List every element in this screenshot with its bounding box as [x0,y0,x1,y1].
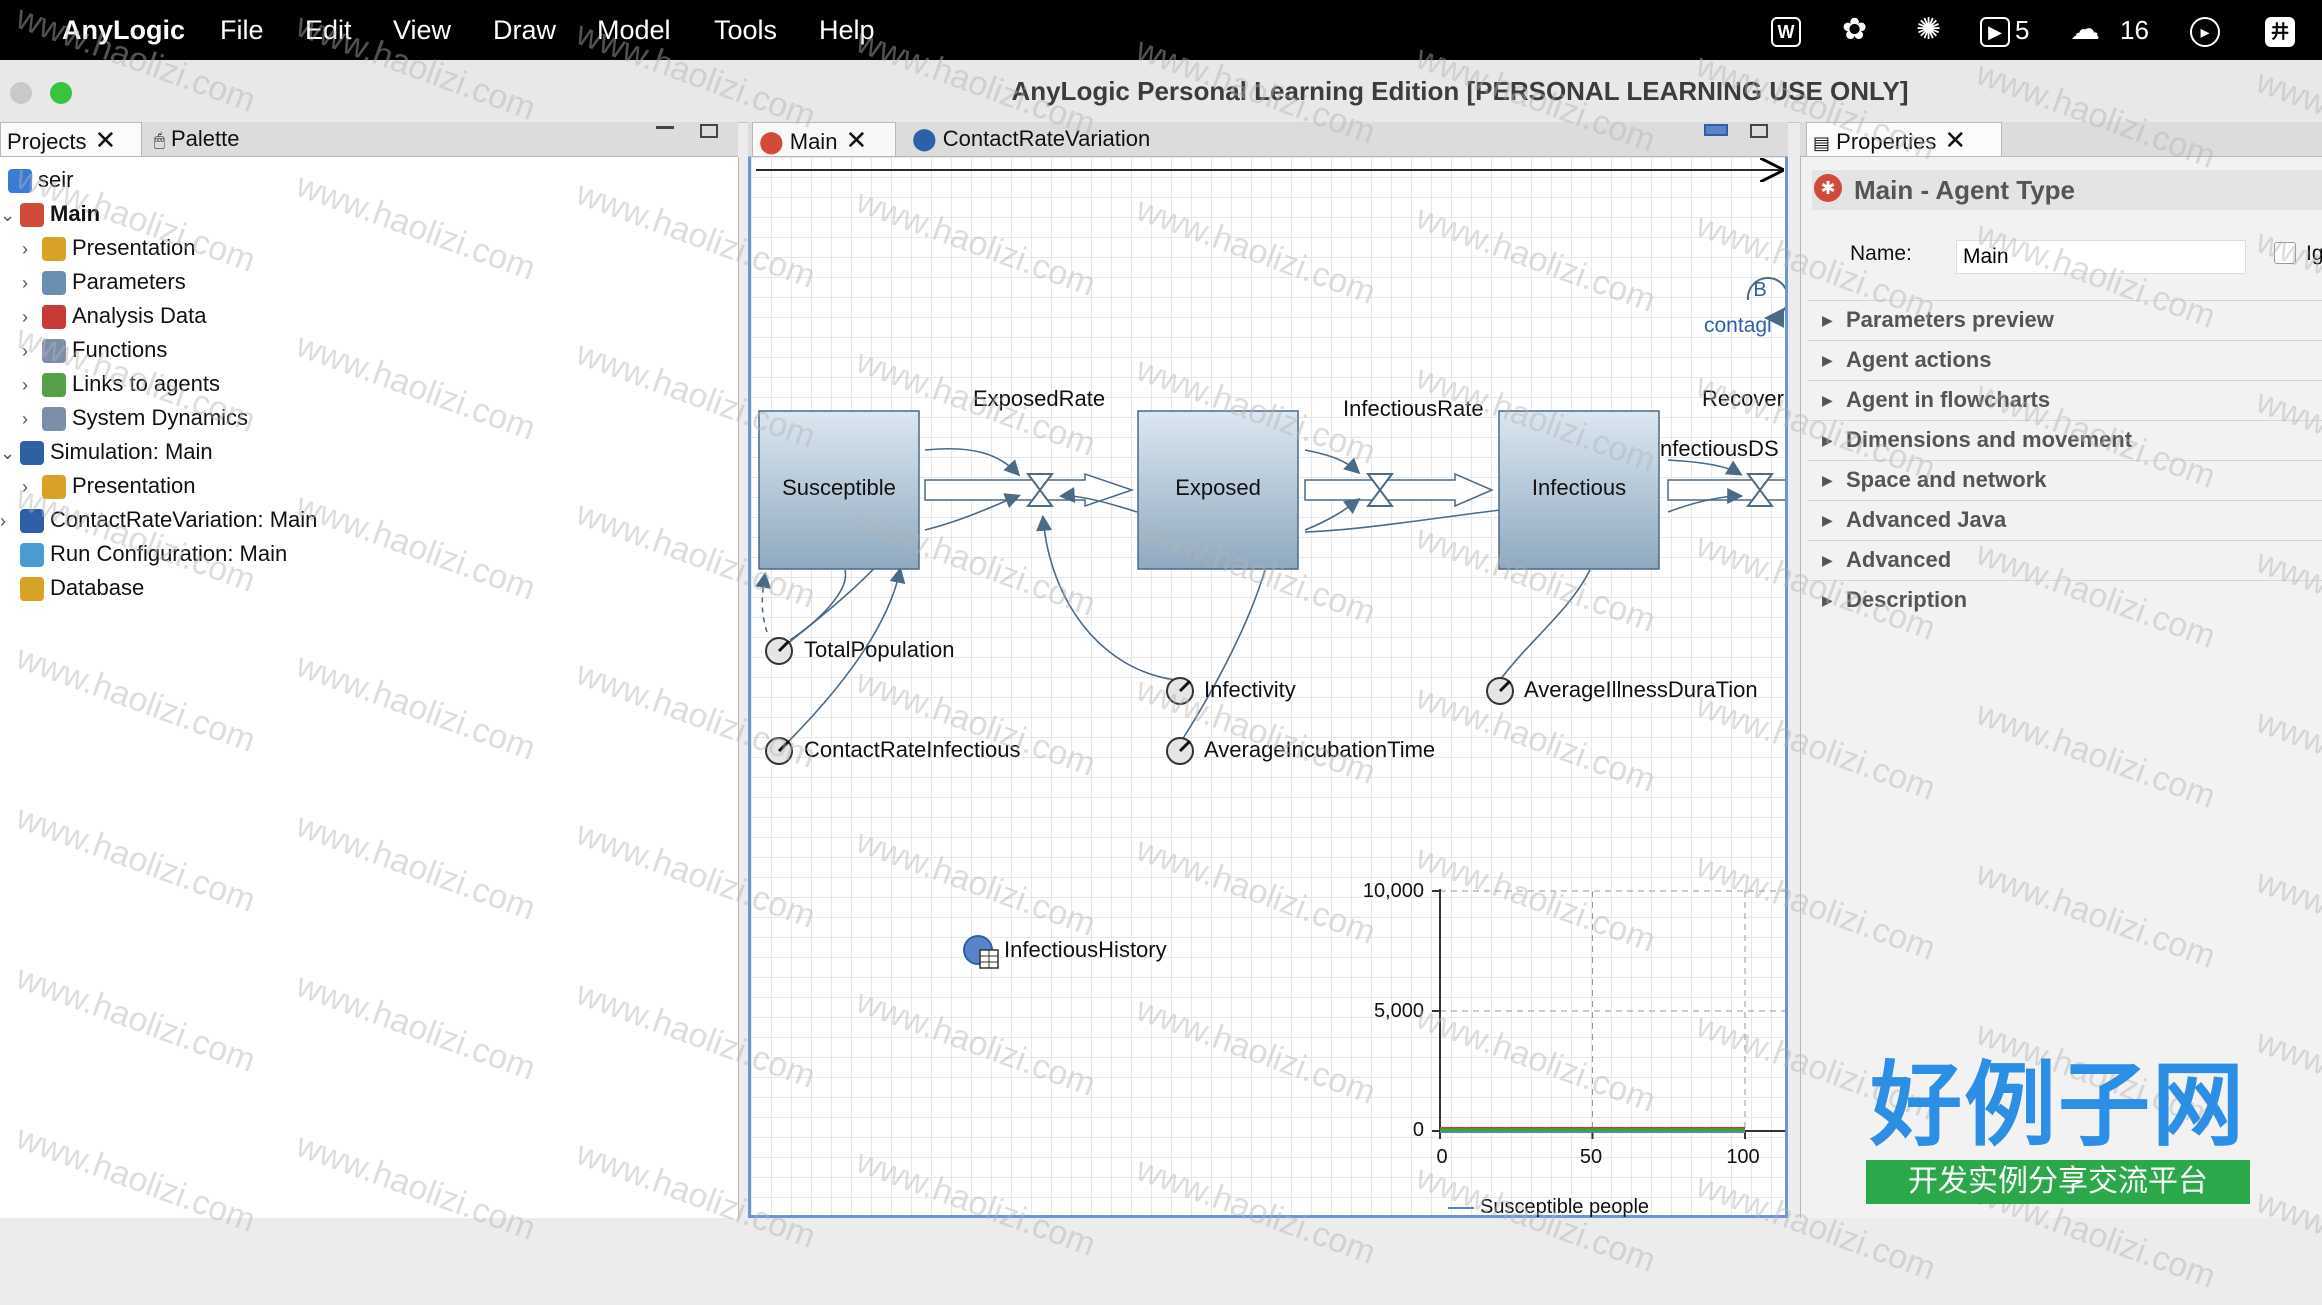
tab-properties[interactable]: ▤ Properties ✕ [1806,122,2002,156]
agent-type-icon: ✱ [1814,174,1842,202]
section-label: Advanced Java [1846,507,2007,532]
flow-label-partial: nfectiousDS [1660,436,1779,461]
property-section[interactable]: ▶ Advanced [1808,540,2322,578]
expand-triangle-icon[interactable]: ▶ [1822,461,1833,499]
y-tick-label: 10,000 [1362,880,1424,902]
section-label: Advanced [1846,547,1952,572]
y-tick-label: 5,000 [1373,1000,1424,1022]
parameter-label[interactable]: ContactRateInfectious [804,737,1020,763]
properties-heading: Main - Agent Type [1854,175,2075,205]
expand-triangle-icon[interactable]: ▶ [1822,301,1833,339]
legend-item: Susceptible people [1448,1196,1649,1219]
expand-triangle-icon[interactable]: ▶ [1822,341,1833,379]
section-label: Space and network [1846,467,2047,492]
property-section[interactable]: ▶ Advanced Java [1808,500,2322,538]
name-input[interactable] [1956,240,2246,274]
stock-label: Exposed [1175,475,1261,500]
property-section[interactable]: ▶ Agent in flowcharts [1808,380,2322,418]
stock-label: Susceptible [782,475,896,500]
legend-swatch [1448,1206,1474,1209]
parameter-label[interactable]: AverageIllnessDuraTion [1524,677,1758,703]
property-section[interactable]: ▶ Space and network [1808,460,2322,498]
name-label: Name: [1850,242,1912,265]
close-icon[interactable]: ✕ [1944,125,1966,155]
property-section[interactable]: ▶ Dimensions and movement [1808,420,2322,458]
legend-label: Susceptible people [1480,1196,1650,1218]
stock-label: Infectious [1531,475,1627,500]
properties-icon: ▤ [1813,133,1831,153]
expand-triangle-icon[interactable]: ▶ [1822,581,1833,619]
property-section[interactable]: ▶ Agent actions [1808,340,2322,378]
parameter-label[interactable]: TotalPopulation [804,637,954,663]
x-tick-label: 50 [1579,1146,1603,1168]
ignore-checkbox[interactable] [2274,242,2296,264]
x-tick-label: 100 [1726,1146,1760,1168]
parameter-label[interactable]: Infectivity [1204,677,1296,703]
flow-label: Recover [1702,386,1784,411]
tab-properties-label: Properties [1836,129,1937,154]
flow-label: ExposedRate [973,386,1106,411]
loop-type: B [1753,279,1767,301]
flow-label: InfectiousRate [1343,396,1484,421]
parameter-label[interactable]: AverageIncubationTime [1204,737,1435,763]
expand-triangle-icon[interactable]: ▶ [1822,501,1833,539]
x-tick-label: 0 [1436,1146,1448,1168]
section-label: Agent in flowcharts [1846,387,2051,412]
section-label: Dimensions and movement [1846,427,2133,452]
loop-label: contagi [1704,314,1772,337]
property-section[interactable]: ▶ Description [1808,580,2322,618]
expand-triangle-icon[interactable]: ▶ [1822,541,1833,579]
expand-triangle-icon[interactable]: ▶ [1822,421,1833,459]
section-label: Description [1846,587,1968,612]
expand-triangle-icon[interactable]: ▶ [1822,381,1833,419]
dataset-label[interactable]: InfectiousHistory [1004,937,1167,963]
y-tick-label: 0 [1412,1119,1424,1141]
section-label: Parameters preview [1846,307,2054,332]
watermark-subtitle: 开发实例分享交流平台 [1866,1160,2250,1204]
dataset-icon[interactable] [963,935,999,969]
watermark-logo: 好例子网 [1869,1052,2246,1159]
property-section[interactable]: ▶ Parameters preview [1808,300,2322,338]
time-plot[interactable] [1432,889,1785,1139]
ignore-label: Ig [2306,242,2322,265]
section-label: Agent actions [1846,347,1992,372]
